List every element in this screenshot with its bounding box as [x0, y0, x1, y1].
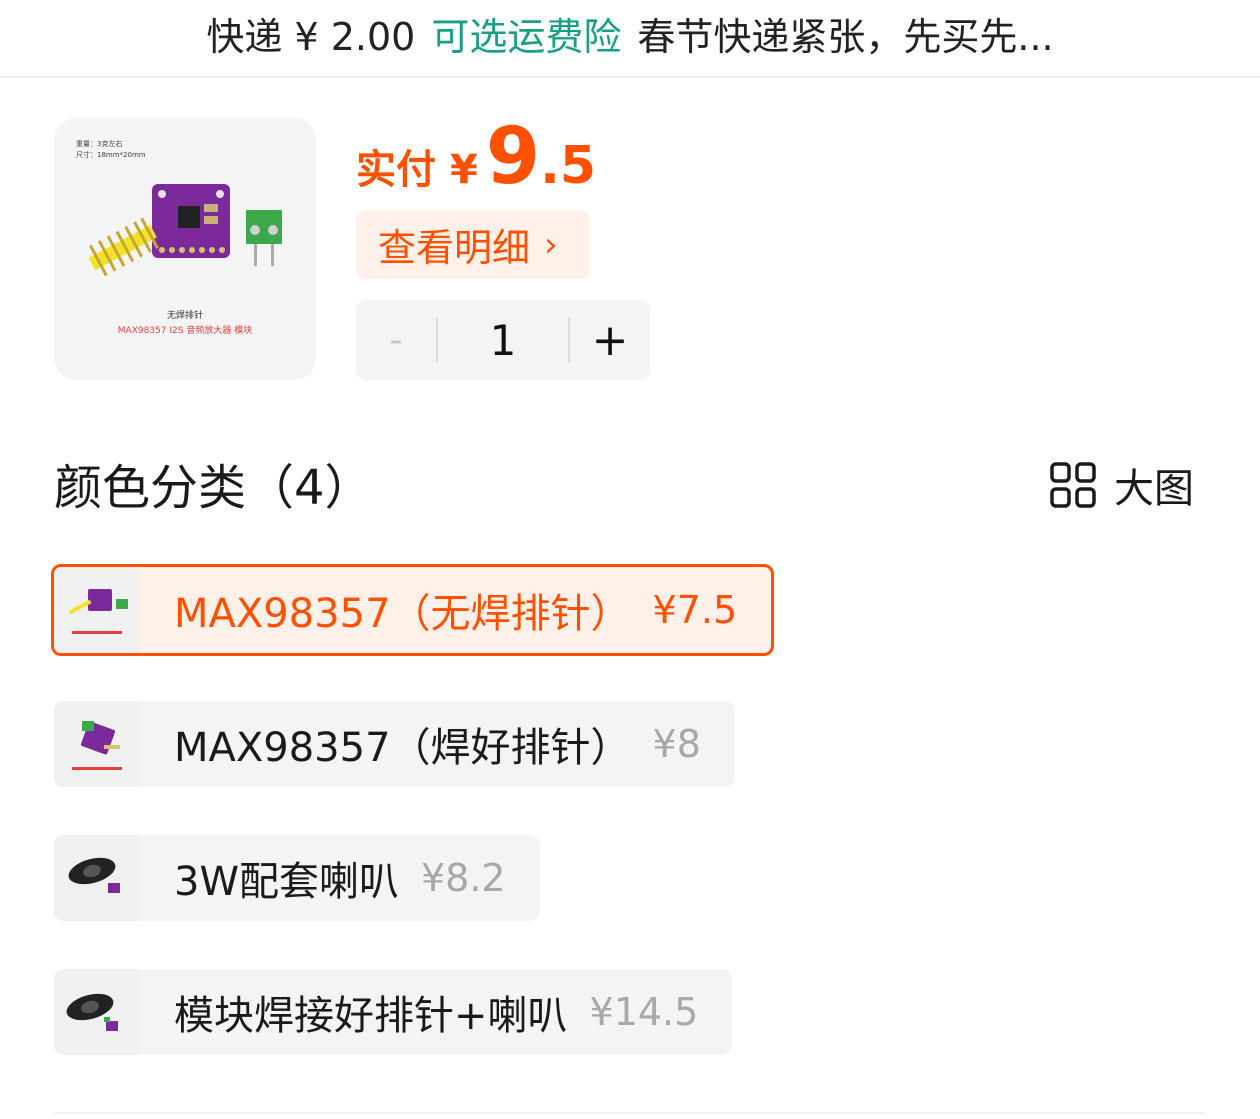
- final-price: 实付 ¥ 9 .5: [356, 112, 596, 202]
- shipping-fee: 快递 ¥ 2.00: [206, 15, 416, 59]
- variant-thumbnail: [54, 567, 140, 653]
- variant-thumbnail: [54, 969, 140, 1055]
- image-spec-size: 尺寸：18mm*20mm: [76, 150, 146, 159]
- quantity-stepper: - 1 +: [356, 300, 650, 380]
- image-caption-title: 无焊排针: [167, 309, 203, 321]
- price-label: 实付: [356, 147, 436, 193]
- image-spec-weight: 重量：3克左右: [76, 139, 122, 148]
- shipping-note: 春节快递紧张，先买先...: [637, 15, 1054, 59]
- image-caption-subtitle: MAX98357 I2S 音频放大器 模块: [118, 324, 252, 336]
- price-decimal: .5: [540, 136, 597, 196]
- variant-option[interactable]: 3W配套喇叭 ¥8.2: [54, 835, 540, 921]
- variant-label: 3W配套喇叭: [174, 859, 399, 905]
- price-integer: 9: [485, 112, 541, 202]
- variant-price: ¥7.5: [652, 588, 738, 632]
- variant-section-title: 颜色分类（4）: [54, 460, 373, 516]
- variant-option[interactable]: MAX98357（焊好排针） ¥8: [54, 701, 735, 787]
- view-details-label: 查看明细: [378, 226, 531, 270]
- variant-price: ¥8.2: [421, 856, 506, 900]
- variant-thumbnail: [54, 701, 140, 787]
- variant-label: 模块焊接好排针+喇叭: [174, 993, 568, 1039]
- variant-option[interactable]: 模块焊接好排针+喇叭 ¥14.5: [54, 969, 733, 1055]
- price-currency: ¥: [450, 147, 478, 193]
- variant-label: MAX98357（无焊排针）: [174, 591, 631, 637]
- view-details-button[interactable]: 查看明细 ›: [356, 210, 590, 279]
- big-view-label: 大图: [1114, 466, 1194, 512]
- big-view-toggle[interactable]: 大图: [1050, 456, 1194, 514]
- increment-button[interactable]: +: [570, 315, 650, 366]
- variant-thumbnail: [54, 835, 140, 921]
- product-image-graphic: 重量：3克左右 尺寸：18mm*20mm 无焊排针 MAX98357 I2S 音…: [54, 118, 316, 380]
- product-image[interactable]: 重量：3克左右 尺寸：18mm*20mm 无焊排针 MAX98357 I2S 音…: [54, 118, 316, 380]
- variant-label: MAX98357（焊好排针）: [174, 725, 631, 771]
- variant-option[interactable]: MAX98357（无焊排针） ¥7.5: [51, 564, 775, 656]
- shipping-insurance-link[interactable]: 可选运费险: [431, 6, 621, 61]
- variant-price: ¥14.5: [589, 990, 699, 1034]
- decrement-button[interactable]: -: [356, 320, 436, 361]
- variant-price: ¥8: [652, 722, 701, 766]
- shipping-bar: 快递 ¥ 2.00 可选运费险 春节快递紧张，先买先...: [0, 0, 1260, 78]
- quantity-value[interactable]: 1: [438, 316, 568, 365]
- bottom-divider: [54, 1112, 1206, 1114]
- grid-icon: [1050, 462, 1096, 508]
- chevron-right-icon: ›: [544, 224, 558, 265]
